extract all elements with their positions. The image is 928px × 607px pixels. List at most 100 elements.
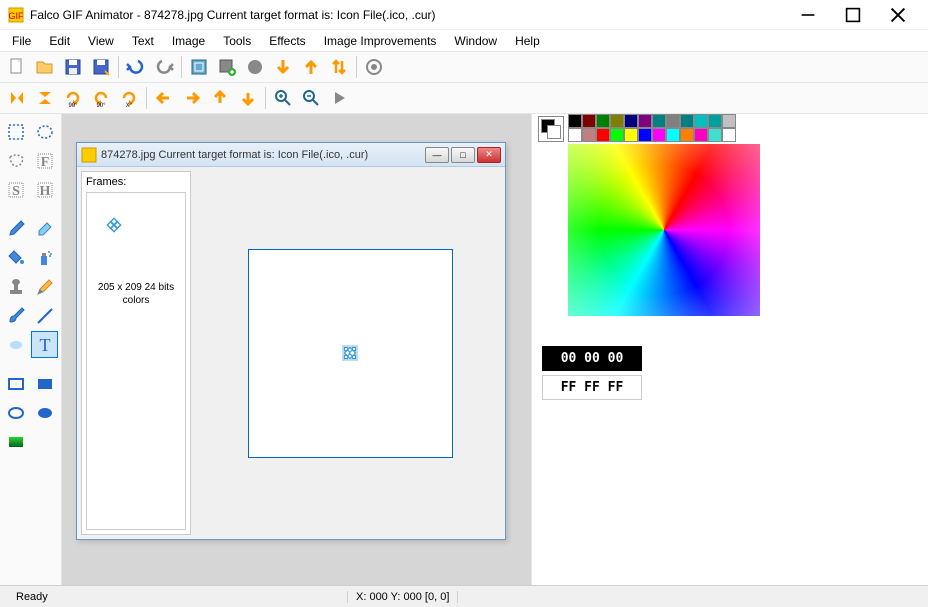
- menu-edit[interactable]: Edit: [41, 32, 78, 50]
- color-swatch[interactable]: [638, 114, 652, 128]
- color-swatch[interactable]: [680, 114, 694, 128]
- arrow-down-button[interactable]: [270, 54, 296, 80]
- color-swatch[interactable]: [652, 128, 666, 142]
- select-h-tool[interactable]: H: [31, 176, 58, 203]
- arrows-vert-button[interactable]: [326, 54, 352, 80]
- menu-window[interactable]: Window: [446, 32, 505, 50]
- undo-button[interactable]: [123, 54, 149, 80]
- color-swatch[interactable]: [722, 114, 736, 128]
- new-button[interactable]: [4, 54, 30, 80]
- select-font-tool[interactable]: F: [31, 147, 58, 174]
- canvas-preview[interactable]: [195, 167, 505, 539]
- menu-image-improvements[interactable]: Image Improvements: [316, 32, 445, 50]
- toolbar-transform: 90° 90° X°: [0, 83, 928, 114]
- fg-bg-indicator[interactable]: [538, 116, 564, 142]
- color-swatch[interactable]: [722, 128, 736, 142]
- canvas-area: 874278.jpg Current target format is: Ico…: [62, 114, 532, 585]
- titlebar: GIF Falco GIF Animator - 874278.jpg Curr…: [0, 0, 928, 30]
- color-swatch[interactable]: [652, 114, 666, 128]
- color-swatch[interactable]: [708, 128, 722, 142]
- record-button[interactable]: [361, 54, 387, 80]
- fg-color-value[interactable]: 00 00 00: [542, 346, 642, 371]
- color-picker[interactable]: [568, 144, 760, 316]
- bg-color-value[interactable]: FF FF FF: [542, 375, 642, 400]
- toolbar-main: [0, 52, 928, 83]
- select-style-tool[interactable]: S: [2, 176, 29, 203]
- close-button[interactable]: [875, 0, 920, 29]
- color-swatch[interactable]: [596, 128, 610, 142]
- zoom-out-button[interactable]: [298, 85, 324, 111]
- color-swatch[interactable]: [610, 114, 624, 128]
- color-swatch[interactable]: [638, 128, 652, 142]
- menu-effects[interactable]: Effects: [261, 32, 313, 50]
- color-swatch[interactable]: [582, 128, 596, 142]
- move-left-button[interactable]: [151, 85, 177, 111]
- ellipse-fill-tool[interactable]: [31, 399, 58, 426]
- save-button[interactable]: [60, 54, 86, 80]
- text-tool[interactable]: T: [31, 331, 58, 358]
- fill-tool[interactable]: [2, 244, 29, 271]
- color-swatch[interactable]: [708, 114, 722, 128]
- color-swatch[interactable]: [568, 114, 582, 128]
- eraser-tool[interactable]: [31, 215, 58, 242]
- move-down-button[interactable]: [235, 85, 261, 111]
- minimize-button[interactable]: [785, 0, 830, 29]
- menu-tools[interactable]: Tools: [215, 32, 259, 50]
- main-area: F S H T 874278.jpg Current target format…: [0, 114, 928, 585]
- menu-help[interactable]: Help: [507, 32, 548, 50]
- rotate-free-button[interactable]: X°: [116, 85, 142, 111]
- color-swatch[interactable]: [694, 114, 708, 128]
- zoom-in-button[interactable]: [270, 85, 296, 111]
- preview-image: [248, 249, 453, 458]
- select-rect-tool[interactable]: [2, 118, 29, 145]
- line-tool[interactable]: [31, 302, 58, 329]
- pencil-tool[interactable]: [31, 273, 58, 300]
- menu-text[interactable]: Text: [124, 32, 162, 50]
- move-right-button[interactable]: [179, 85, 205, 111]
- select-ellipse-tool[interactable]: [31, 118, 58, 145]
- rect-outline-tool[interactable]: [2, 370, 29, 397]
- rotate-cw-90-button[interactable]: 90°: [60, 85, 86, 111]
- color-swatch[interactable]: [624, 114, 638, 128]
- doc-maximize-button[interactable]: □: [451, 147, 475, 163]
- color-swatch[interactable]: [680, 128, 694, 142]
- flip-h-button[interactable]: [4, 85, 30, 111]
- doc-close-button[interactable]: ✕: [477, 147, 501, 163]
- play-button[interactable]: [326, 85, 352, 111]
- arrow-up-button[interactable]: [298, 54, 324, 80]
- gradient-tool[interactable]: [2, 428, 29, 455]
- color-panel: 00 00 00 FF FF FF: [532, 114, 928, 585]
- menu-view[interactable]: View: [80, 32, 122, 50]
- color-swatch[interactable]: [610, 128, 624, 142]
- open-button[interactable]: [32, 54, 58, 80]
- color-swatch[interactable]: [568, 128, 582, 142]
- color-swatch[interactable]: [666, 114, 680, 128]
- spray-tool[interactable]: [31, 244, 58, 271]
- document-titlebar[interactable]: 874278.jpg Current target format is: Ico…: [77, 143, 505, 167]
- brush-tool[interactable]: [2, 302, 29, 329]
- save-as-button[interactable]: [88, 54, 114, 80]
- ellipse-outline-tool[interactable]: [2, 399, 29, 426]
- redo-button[interactable]: [151, 54, 177, 80]
- doc-minimize-button[interactable]: —: [425, 147, 449, 163]
- maximize-button[interactable]: [830, 0, 875, 29]
- move-up-button[interactable]: [207, 85, 233, 111]
- color-swatch[interactable]: [694, 128, 708, 142]
- flip-v-button[interactable]: [32, 85, 58, 111]
- color-swatch[interactable]: [624, 128, 638, 142]
- add-frame-button[interactable]: [214, 54, 240, 80]
- stamp-tool[interactable]: [2, 273, 29, 300]
- select-lasso-tool[interactable]: [2, 147, 29, 174]
- circle-tool-button[interactable]: [242, 54, 268, 80]
- menu-file[interactable]: File: [4, 32, 39, 50]
- color-swatch[interactable]: [582, 114, 596, 128]
- rotate-ccw-90-button[interactable]: 90°: [88, 85, 114, 111]
- frame-thumbnail[interactable]: 205 x 209 24 bits colors: [86, 192, 186, 530]
- crop-button[interactable]: [186, 54, 212, 80]
- color-swatch[interactable]: [666, 128, 680, 142]
- menu-image[interactable]: Image: [164, 32, 213, 50]
- eyedropper-tool[interactable]: [2, 215, 29, 242]
- rect-fill-tool[interactable]: [31, 370, 58, 397]
- blur-tool[interactable]: [2, 331, 29, 358]
- color-swatch[interactable]: [596, 114, 610, 128]
